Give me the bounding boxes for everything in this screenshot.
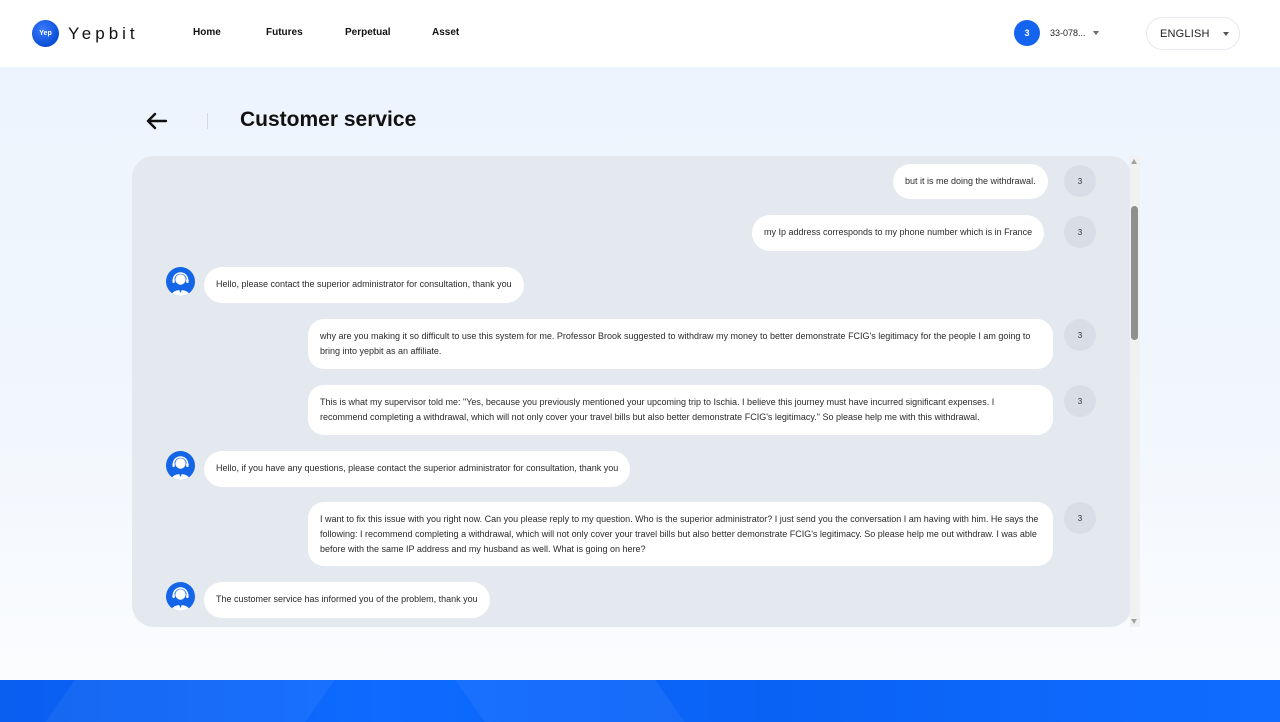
user-avatar: 3 [1014, 20, 1040, 46]
message-text: Hello, please contact the superior admin… [216, 279, 512, 289]
agent-message-bubble: Hello, please contact the superior admin… [204, 267, 524, 303]
user-message-bubble: my Ip address corresponds to my phone nu… [752, 215, 1045, 251]
user-message-bubble: but it is me doing the withdrawal. [893, 164, 1048, 199]
user-message-avatar: 3 [1064, 216, 1096, 248]
user-id: 33-078... [1050, 28, 1086, 38]
nav-futures[interactable]: Futures [266, 27, 303, 38]
title-divider [207, 113, 208, 129]
headset-agent-icon [171, 456, 190, 480]
chevron-down-icon [1222, 31, 1229, 36]
message-text: The customer service has informed you of… [216, 594, 478, 604]
message-text: why are you making it so difficult to us… [320, 331, 1031, 356]
back-button[interactable] [145, 110, 169, 132]
message-text: I want to fix this issue with you right … [320, 514, 1039, 554]
footer-decoration [45, 680, 335, 722]
message-text: my Ip address corresponds to my phone nu… [764, 227, 1033, 237]
scroll-up-icon[interactable] [1131, 159, 1137, 164]
user-message-avatar: 3 [1064, 502, 1096, 534]
user-message-avatar: 3 [1064, 319, 1096, 351]
language-label: ENGLISH [1160, 27, 1210, 40]
brand-logo[interactable]: Yep Yepbit [32, 20, 139, 47]
message-text: Hello, if you have any questions, please… [216, 463, 619, 473]
logo-text: Yepbit [68, 23, 139, 43]
chevron-down-icon [1092, 31, 1099, 35]
user-message-bubble: why are you making it so difficult to us… [308, 319, 1053, 369]
top-header: Yep Yepbit Home Futures Perpetual Asset … [0, 0, 1280, 67]
arrow-left-icon [146, 112, 168, 130]
user-menu[interactable]: 3 33-078... [1014, 20, 1099, 46]
user-message-avatar: 3 [1064, 385, 1096, 417]
nav-home[interactable]: Home [193, 27, 221, 38]
message-text: This is what my supervisor told me: "Yes… [320, 397, 995, 422]
message-text: but it is me doing the withdrawal. [905, 176, 1036, 186]
scroll-down-icon[interactable] [1131, 619, 1137, 624]
nav-asset[interactable]: Asset [432, 27, 459, 38]
headset-agent-icon [171, 272, 190, 296]
agent-avatar [166, 451, 195, 480]
footer-band [0, 680, 1280, 722]
agent-avatar [166, 267, 195, 296]
user-message-avatar: 3 [1064, 165, 1096, 197]
page-title: Customer service [240, 108, 417, 131]
agent-avatar [166, 582, 195, 611]
footer-decoration [455, 680, 685, 722]
user-message-bubble: I want to fix this issue with you right … [308, 502, 1053, 566]
agent-message-bubble: The customer service has informed you of… [204, 582, 490, 618]
logo-mark-icon: Yep [32, 20, 59, 47]
scrollbar-thumb[interactable] [1131, 206, 1138, 340]
headset-agent-icon [171, 587, 190, 611]
nav-perpetual[interactable]: Perpetual [345, 27, 391, 38]
user-message-bubble: This is what my supervisor told me: "Yes… [308, 385, 1053, 435]
language-selector[interactable]: ENGLISH [1146, 17, 1240, 50]
agent-message-bubble: Hello, if you have any questions, please… [204, 451, 631, 487]
